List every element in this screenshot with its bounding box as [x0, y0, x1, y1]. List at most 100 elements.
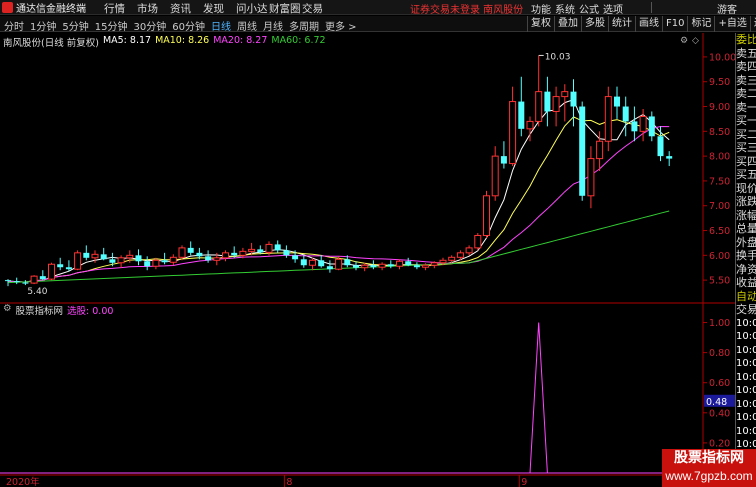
candle-body-down — [100, 254, 107, 260]
tab-intraday[interactable]: 分时 — [4, 18, 24, 33]
tab-monthly[interactable]: 月线 — [263, 18, 283, 33]
candle-body-up — [74, 252, 82, 270]
candle-body-up — [465, 247, 473, 254]
indicator-tick-label: 1.00 — [709, 318, 730, 329]
candle-body-up — [169, 256, 177, 263]
candle-body-up — [491, 155, 499, 197]
candle-body-up — [378, 263, 386, 268]
menu-item-options[interactable]: 选项 — [603, 1, 627, 16]
period-tabs: 分时 1分钟 5分钟 15分钟 30分钟 60分钟 日线 周线 月线 多周期 更… — [4, 18, 363, 33]
candle-body-down — [283, 250, 290, 256]
quote-side-panel: 委比 卖五 卖四 卖三 卖二 卖一 买一 买二 买三 买四 买五 现价 涨跌 涨幅 总量 外盘 换手 净资 收益 自动… — [735, 33, 756, 487]
menu-item-formula[interactable]: 公式 — [579, 1, 603, 16]
menu-item-wealth[interactable]: 财富圈 — [269, 0, 302, 15]
candle-body-up — [361, 264, 369, 269]
side-panel-item: 净资 — [736, 262, 756, 276]
candle-body-up — [213, 257, 221, 261]
side-panel-item: 买二 — [736, 127, 756, 141]
side-panel-item: 10:00 — [736, 317, 756, 329]
side-panel-item: 总量 — [736, 222, 756, 235]
close-panel-icon[interactable]: ◇ — [692, 36, 699, 46]
stock-title: 南风股份(日线 前复权) — [3, 38, 99, 49]
side-panel-item: 收益 — [736, 276, 756, 289]
tool-adjust-button[interactable]: 复权 — [527, 16, 554, 32]
menu-item-function[interactable]: 功能 — [531, 1, 555, 16]
candle-body-down — [13, 281, 20, 283]
tab-5min[interactable]: 5分钟 — [62, 18, 88, 33]
tool-multi-stock-button[interactable]: 多股 — [581, 16, 608, 32]
tool-f10-button[interactable]: F10 — [662, 16, 687, 32]
tab-30min[interactable]: 30分钟 — [133, 18, 166, 33]
main-panel-header: 南风股份(日线 前复权) MA5: 8.17 MA10: 8.26 MA20: … — [3, 35, 326, 49]
tool-draw-button[interactable]: 画线 — [635, 16, 662, 32]
quote-side-list: 委比 卖五 卖四 卖三 卖二 卖一 买一 买二 买三 买四 买五 现价 涨跌 涨幅 总量 外盘 换手 净资 收益 自动… — [736, 33, 756, 479]
menu-item-market[interactable]: 市场 — [137, 0, 170, 15]
candle-body-down — [344, 259, 351, 266]
menu-item-trade[interactable]: 交易 — [302, 0, 335, 15]
candle-body-down — [257, 249, 264, 253]
candle-body-down — [648, 116, 655, 137]
candle-body-down — [274, 244, 281, 251]
menu-item-quotes[interactable]: 行情 — [104, 0, 137, 15]
login-notice[interactable]: 证券交易未登录 南风股份 — [410, 1, 523, 16]
candle-body-down — [205, 256, 212, 261]
price-tick-label: 7.00 — [709, 201, 730, 212]
candle-body-down — [65, 267, 72, 270]
guest-login-button[interactable]: 游客 — [717, 1, 737, 16]
price-tick-label: 8.50 — [709, 127, 730, 138]
side-panel-item: 10:00 — [736, 412, 756, 423]
side-panel-item: 卖三 — [736, 73, 756, 87]
candle-body-up — [222, 252, 229, 259]
tab-weekly[interactable]: 周线 — [237, 18, 257, 33]
tab-daily[interactable]: 日线 — [211, 18, 231, 33]
side-panel-item: 委比 — [736, 33, 756, 46]
tool-overlay-button[interactable]: 叠加 — [554, 16, 581, 32]
candle-body-up — [396, 260, 403, 267]
settings-icon[interactable]: ⚙ — [680, 36, 688, 46]
tab-1min[interactable]: 1分钟 — [30, 18, 56, 33]
candle-body-down — [666, 156, 673, 159]
side-panel-item: 10:00 — [736, 371, 756, 383]
candle-body-down — [326, 266, 333, 270]
tool-back-button[interactable]: 返回 — [749, 16, 756, 32]
candle-body-up — [596, 140, 604, 160]
candle-body-up — [422, 264, 430, 268]
kline-chart[interactable]: 5.50 6.00 6.50 7.00 7.50 8.00 8.50 9.00 9.50 10.0… — [0, 33, 756, 487]
time-tick-label: 8 — [286, 477, 292, 487]
menu-item-system[interactable]: 系统 — [555, 1, 579, 16]
candle-body-down — [57, 264, 64, 268]
indicator-gear-icon[interactable]: ⚙ — [3, 303, 12, 317]
menu-item-ask[interactable]: 问小达 — [236, 0, 269, 15]
side-panel-item: 换手 — [736, 249, 756, 262]
tab-15min[interactable]: 15分钟 — [95, 18, 128, 33]
tool-add-watchlist-button[interactable]: +自选 — [714, 16, 749, 32]
tab-more[interactable]: 更多 > — [325, 18, 357, 33]
watermark-stamp: 股票指标网 www.7gpzb.com — [662, 449, 756, 487]
price-tick-label: 10.00 — [709, 52, 735, 63]
candle-body-down — [292, 255, 299, 260]
tool-stats-button[interactable]: 统计 — [608, 16, 635, 32]
low-price-label: 5.40 — [27, 287, 47, 297]
price-tick-label: 9.00 — [709, 102, 730, 113]
chart-canvas[interactable]: 5.50 6.00 6.50 7.00 7.50 8.00 8.50 9.00 9.50 10.0… — [0, 33, 735, 487]
tool-mark-button[interactable]: 标记 — [687, 16, 714, 32]
right-menu: 功能 系统 公式 选项 — [531, 1, 627, 16]
period-toolbar: 分时 1分钟 5分钟 15分钟 30分钟 60分钟 日线 周线 月线 多周期 更… — [0, 16, 756, 33]
candle-body-down — [353, 265, 359, 268]
side-panel-item: 卖五 — [736, 46, 756, 60]
side-panel-item: 10:00 — [736, 425, 756, 437]
candle-body-down — [196, 252, 203, 257]
indicator-tick-label: 0.80 — [709, 348, 730, 359]
side-panel-item: 买五 — [736, 168, 756, 181]
menu-item-news[interactable]: 资讯 — [170, 0, 203, 15]
tab-60min[interactable]: 60分钟 — [172, 18, 205, 33]
tab-multi-period[interactable]: 多周期 — [289, 18, 319, 33]
candle-body-down — [405, 261, 412, 266]
candle-body-up — [248, 248, 256, 252]
menu-item-discover[interactable]: 发现 — [203, 0, 236, 15]
app-title-area: 通达信金融终端 — [0, 0, 86, 15]
menu-bar: 通达信金融终端 行情 市场 资讯 发现 问小达 财富圈 交易 证券交易未登录 南… — [0, 0, 756, 16]
candle-body-down — [544, 91, 551, 112]
price-tick-label: 8.00 — [709, 152, 730, 163]
candle-body-up — [117, 257, 125, 264]
